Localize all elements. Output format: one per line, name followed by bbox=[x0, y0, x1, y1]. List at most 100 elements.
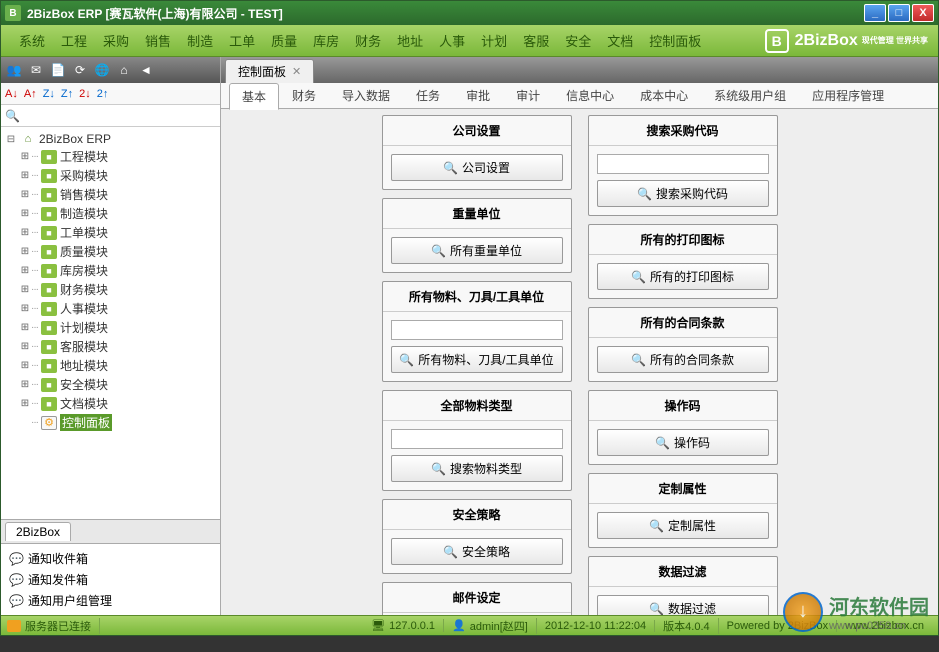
subtab-应用程序管理[interactable]: 应用程序管理 bbox=[799, 82, 897, 109]
subtab-成本中心[interactable]: 成本中心 bbox=[627, 82, 701, 109]
status-version: 版本4.0.4 bbox=[663, 618, 709, 634]
mail-icon[interactable]: ✉ bbox=[27, 61, 45, 79]
statusbar: 服务器已连接 🖥127.0.0.1 👤admin[赵四] 2012-12-10 … bbox=[1, 615, 938, 635]
status-user: admin[赵四] bbox=[470, 618, 528, 634]
menu-文档[interactable]: 文档 bbox=[599, 31, 641, 50]
inbox-item[interactable]: 💬通知用户组管理 bbox=[9, 590, 212, 611]
panel-title: 操作码 bbox=[589, 391, 777, 421]
panel-button[interactable]: 🔍定制属性 bbox=[597, 512, 769, 539]
app-icon: B bbox=[5, 5, 21, 21]
menu-计划[interactable]: 计划 bbox=[473, 31, 515, 50]
tree-module[interactable]: ⊞···■人事模块 bbox=[5, 299, 216, 318]
subtab-系统级用户组[interactable]: 系统级用户组 bbox=[701, 82, 799, 109]
subtab-导入数据[interactable]: 导入数据 bbox=[329, 82, 403, 109]
subtab-任务[interactable]: 任务 bbox=[403, 82, 453, 109]
status-url: www.2bizbox.cn bbox=[845, 620, 924, 632]
menu-控制面板[interactable]: 控制面板 bbox=[641, 31, 709, 50]
panel-input[interactable] bbox=[597, 154, 769, 174]
document-icon[interactable]: 📄 bbox=[49, 61, 67, 79]
tree-module[interactable]: ⊞···■安全模块 bbox=[5, 375, 216, 394]
panel-button[interactable]: 🔍所有重量单位 bbox=[391, 237, 563, 264]
menu-库房[interactable]: 库房 bbox=[305, 31, 347, 50]
menu-地址[interactable]: 地址 bbox=[389, 31, 431, 50]
subtab-基本[interactable]: 基本 bbox=[229, 83, 279, 110]
tree-module[interactable]: ⊞···■客服模块 bbox=[5, 337, 216, 356]
sort-az-desc-icon[interactable]: A↑ bbox=[24, 88, 37, 100]
tree-module[interactable]: ⊞···■采购模块 bbox=[5, 166, 216, 185]
panel-title: 安全策略 bbox=[383, 500, 571, 530]
panel-button[interactable]: 🔍搜索物料类型 bbox=[391, 455, 563, 482]
tree-module[interactable]: ⊞···■工单模块 bbox=[5, 223, 216, 242]
panel-input[interactable] bbox=[391, 429, 563, 449]
menu-销售[interactable]: 销售 bbox=[137, 31, 179, 50]
close-button[interactable]: X bbox=[912, 4, 934, 22]
refresh-icon[interactable]: ⟳ bbox=[71, 61, 89, 79]
panel-title: 邮件设定 bbox=[383, 583, 571, 613]
panel-input[interactable] bbox=[391, 320, 563, 340]
sort-filter-icon[interactable]: 2↑ bbox=[97, 88, 109, 100]
panel-title: 所有的打印图标 bbox=[589, 225, 777, 255]
bottom-tab[interactable]: 2BizBox bbox=[5, 522, 71, 541]
tree-control-panel[interactable]: ···⚙控制面板 bbox=[5, 413, 216, 432]
search-icon: 🔍 bbox=[5, 109, 20, 123]
tree-module[interactable]: ⊞···■工程模块 bbox=[5, 147, 216, 166]
menu-安全[interactable]: 安全 bbox=[557, 31, 599, 50]
sort-num-icon[interactable]: 2↓ bbox=[79, 88, 91, 100]
panel-button[interactable]: 🔍所有的打印图标 bbox=[597, 263, 769, 290]
panel-button[interactable]: 🔍所有物料、刀具/工具单位 bbox=[391, 346, 563, 373]
panel-title: 搜索采购代码 bbox=[589, 116, 777, 146]
tree-module[interactable]: ⊞···■库房模块 bbox=[5, 261, 216, 280]
brand-text: 2BizBox bbox=[795, 32, 858, 50]
sidebar: 👥 ✉ 📄 ⟳ 🌐 ⌂ ◄ A↓ A↑ Z↓ Z↑ 2↓ 2↑ 🔍 ⊟⌂2Biz… bbox=[1, 57, 221, 615]
panel-button[interactable]: 🔍所有的合同条款 bbox=[597, 346, 769, 373]
maximize-button[interactable]: □ bbox=[888, 4, 910, 22]
tree-module[interactable]: ⊞···■文档模块 bbox=[5, 394, 216, 413]
main-tab[interactable]: 控制面板 ✕ bbox=[225, 59, 314, 83]
tree-module[interactable]: ⊞···■质量模块 bbox=[5, 242, 216, 261]
panel-button[interactable]: 🔍操作码 bbox=[597, 429, 769, 456]
sort-za-desc-icon[interactable]: Z↑ bbox=[61, 88, 73, 100]
menu-人事[interactable]: 人事 bbox=[431, 31, 473, 50]
panel: 所有物料、刀具/工具单位🔍所有物料、刀具/工具单位 bbox=[382, 281, 572, 382]
panel-title: 所有的合同条款 bbox=[589, 308, 777, 338]
sidebar-bottom: 2BizBox 💬通知收件箱💬通知发件箱💬通知用户组管理 bbox=[1, 519, 220, 615]
subtab-信息中心[interactable]: 信息中心 bbox=[553, 82, 627, 109]
inbox-item[interactable]: 💬通知发件箱 bbox=[9, 569, 212, 590]
users-icon[interactable]: 👥 bbox=[5, 61, 23, 79]
menu-制造[interactable]: 制造 bbox=[179, 31, 221, 50]
panel: 操作码 🔍操作码 bbox=[588, 390, 778, 465]
minimize-button[interactable]: _ bbox=[864, 4, 886, 22]
tree-module[interactable]: ⊞···■销售模块 bbox=[5, 185, 216, 204]
close-tab-icon[interactable]: ✕ bbox=[292, 65, 301, 78]
back-icon[interactable]: ◄ bbox=[137, 61, 155, 79]
panel-button[interactable]: 🔍搜索采购代码 bbox=[597, 180, 769, 207]
subtab-财务[interactable]: 财务 bbox=[279, 82, 329, 109]
sort-toolbar: A↓ A↑ Z↓ Z↑ 2↓ 2↑ bbox=[1, 83, 220, 105]
monitor-icon: 🖥 bbox=[371, 619, 385, 632]
sort-za-asc-icon[interactable]: Z↓ bbox=[43, 88, 55, 100]
panel-button[interactable]: 🔍安全策略 bbox=[391, 538, 563, 565]
subtab-审计[interactable]: 审计 bbox=[503, 82, 553, 109]
sidebar-search-input[interactable] bbox=[24, 109, 216, 123]
menu-系统[interactable]: 系统 bbox=[11, 31, 53, 50]
menu-财务[interactable]: 财务 bbox=[347, 31, 389, 50]
menu-采购[interactable]: 采购 bbox=[95, 31, 137, 50]
menu-工程[interactable]: 工程 bbox=[53, 31, 95, 50]
sort-az-asc-icon[interactable]: A↓ bbox=[5, 88, 18, 100]
tree-module[interactable]: ⊞···■地址模块 bbox=[5, 356, 216, 375]
subtab-审批[interactable]: 审批 bbox=[453, 82, 503, 109]
tree-module[interactable]: ⊞···■计划模块 bbox=[5, 318, 216, 337]
home-icon[interactable]: ⌂ bbox=[115, 61, 133, 79]
menu-质量[interactable]: 质量 bbox=[263, 31, 305, 50]
search-icon: 🔍 bbox=[443, 545, 458, 559]
tree-module[interactable]: ⊞···■财务模块 bbox=[5, 280, 216, 299]
inbox-item[interactable]: 💬通知收件箱 bbox=[9, 548, 212, 569]
panel-button[interactable]: 🔍数据过滤 bbox=[597, 595, 769, 615]
tree-root[interactable]: ⊟⌂2BizBox ERP bbox=[5, 131, 216, 147]
menu-客服[interactable]: 客服 bbox=[515, 31, 557, 50]
tree-module[interactable]: ⊞···■制造模块 bbox=[5, 204, 216, 223]
panel-button[interactable]: 🔍公司设置 bbox=[391, 154, 563, 181]
globe-icon[interactable]: 🌐 bbox=[93, 61, 111, 79]
menu-工单[interactable]: 工单 bbox=[221, 31, 263, 50]
brand-logo: B 2BizBox 现代管理 世界共享 bbox=[765, 29, 928, 53]
